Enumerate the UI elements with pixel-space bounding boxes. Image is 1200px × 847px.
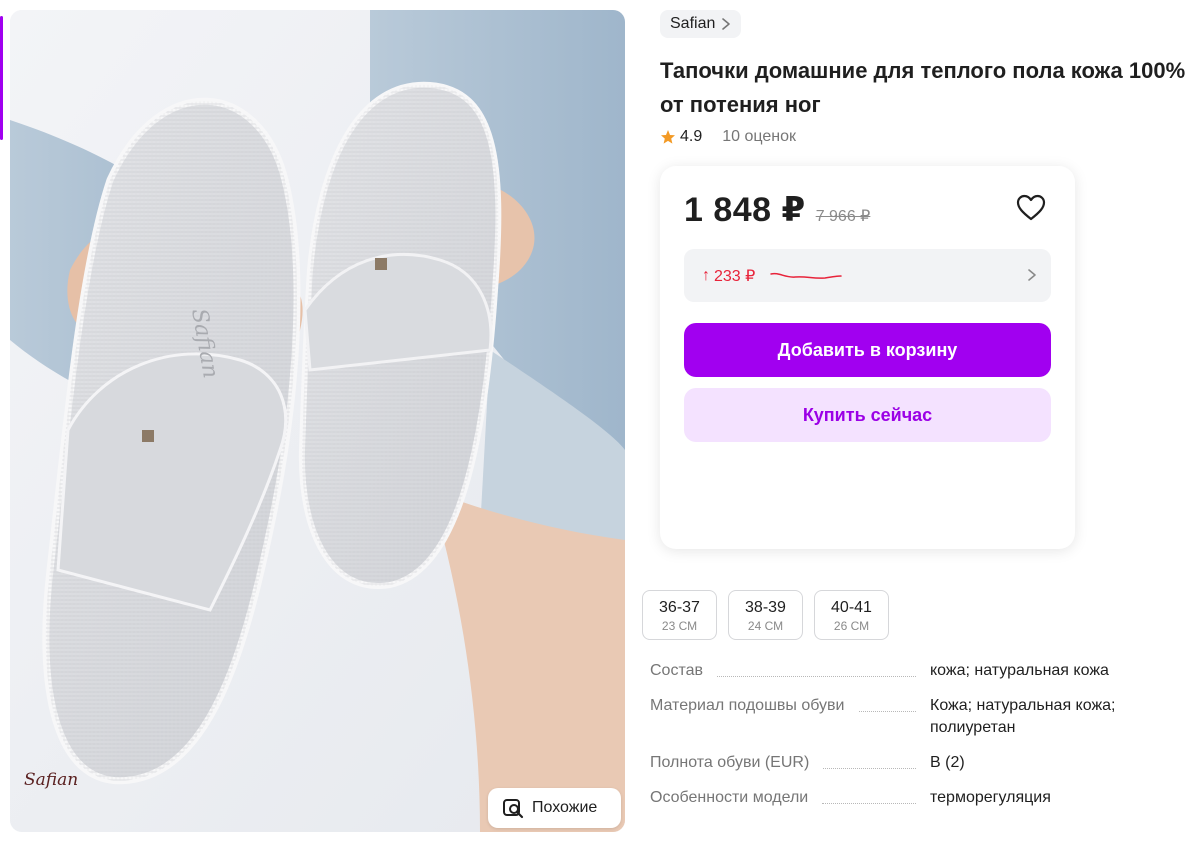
product-rating: 4.9 10 оценок — [660, 128, 796, 146]
brand-link[interactable]: Safian — [660, 10, 742, 38]
current-price: 1 848 ₽ — [684, 191, 806, 229]
spec-leader — [858, 711, 916, 712]
product-specs: Состав кожа; натуральная кожа Материал п… — [650, 660, 1190, 822]
spec-value: B (2) — [930, 754, 965, 771]
buy-now-button[interactable]: Купить сейчас — [684, 388, 1051, 442]
rating-score: 4.9 — [680, 128, 703, 145]
price-up-icon: ↑ — [702, 266, 710, 284]
product-photo-illustration: Safian — [10, 10, 625, 832]
spec-leader — [823, 768, 916, 769]
spec-key: Материал подошвы обуви — [650, 697, 845, 714]
image-search-icon — [503, 799, 524, 819]
heart-icon[interactable] — [1016, 194, 1046, 222]
spec-leader — [717, 676, 916, 677]
spec-row: Состав кожа; натуральная кожа — [650, 660, 1190, 682]
chevron-right-icon — [1028, 269, 1036, 281]
similar-button[interactable]: Похожие — [488, 788, 621, 828]
spec-key: Полнота обуви (EUR) — [650, 754, 810, 771]
spec-key: Состав — [650, 662, 703, 679]
spec-row: Материал подошвы обуви Кожа; натуральная… — [650, 695, 1190, 739]
product-photo[interactable]: Safian Safian Похожие — [10, 10, 625, 832]
price-row: 1 848 ₽ 7 966 ₽ — [684, 190, 870, 230]
spec-value: терморегуляция — [930, 789, 1051, 806]
spec-value: Кожа; натуральная кожа; полиуретан — [930, 697, 1116, 736]
spec-row: Особенности модели терморегуляция — [650, 787, 1190, 809]
spec-value: кожа; натуральная кожа — [930, 662, 1109, 679]
wallet-price-row[interactable]: ↑ 233 ₽ — [684, 249, 1051, 302]
star-icon — [661, 130, 675, 144]
spec-row: Полнота обуви (EUR) B (2) — [650, 752, 1190, 774]
size-option-38-39[interactable]: 38-39 24 СМ — [728, 590, 803, 640]
scribble-mark — [770, 272, 843, 279]
spec-key: Особенности модели — [650, 789, 809, 806]
spec-leader — [822, 803, 916, 804]
size-cm: 24 СМ — [747, 618, 784, 633]
reviews-link[interactable]: 10 оценок — [722, 128, 796, 146]
similar-label: Похожие — [532, 799, 598, 816]
size-eu: 40-41 — [831, 598, 872, 616]
size-cm: 26 СМ — [833, 618, 870, 633]
price-card: 1 848 ₽ 7 966 ₽ ↑ 233 ₽ Добавить в корзи… — [660, 166, 1075, 549]
size-option-36-37[interactable]: 36-37 23 СМ — [642, 590, 717, 640]
size-selector: 36-37 23 СМ 38-39 24 СМ 40-41 26 СМ — [642, 590, 889, 640]
size-option-40-41[interactable]: 40-41 26 СМ — [814, 590, 889, 640]
size-cm: 23 СМ — [661, 618, 698, 633]
wallet-amount: 233 ₽ — [714, 267, 756, 285]
chevron-right-icon — [722, 18, 731, 30]
add-to-cart-button[interactable]: Добавить в корзину — [684, 323, 1051, 377]
left-accent-bar — [0, 16, 3, 140]
photo-watermark: Safian — [24, 770, 79, 790]
size-eu: 36-37 — [659, 598, 700, 616]
old-price: 7 966 ₽ — [815, 208, 871, 225]
size-eu: 38-39 — [745, 598, 786, 616]
brand-name: Safian — [670, 15, 716, 32]
product-title: Тапочки домашние для теплого пола кожа 1… — [660, 58, 1186, 117]
